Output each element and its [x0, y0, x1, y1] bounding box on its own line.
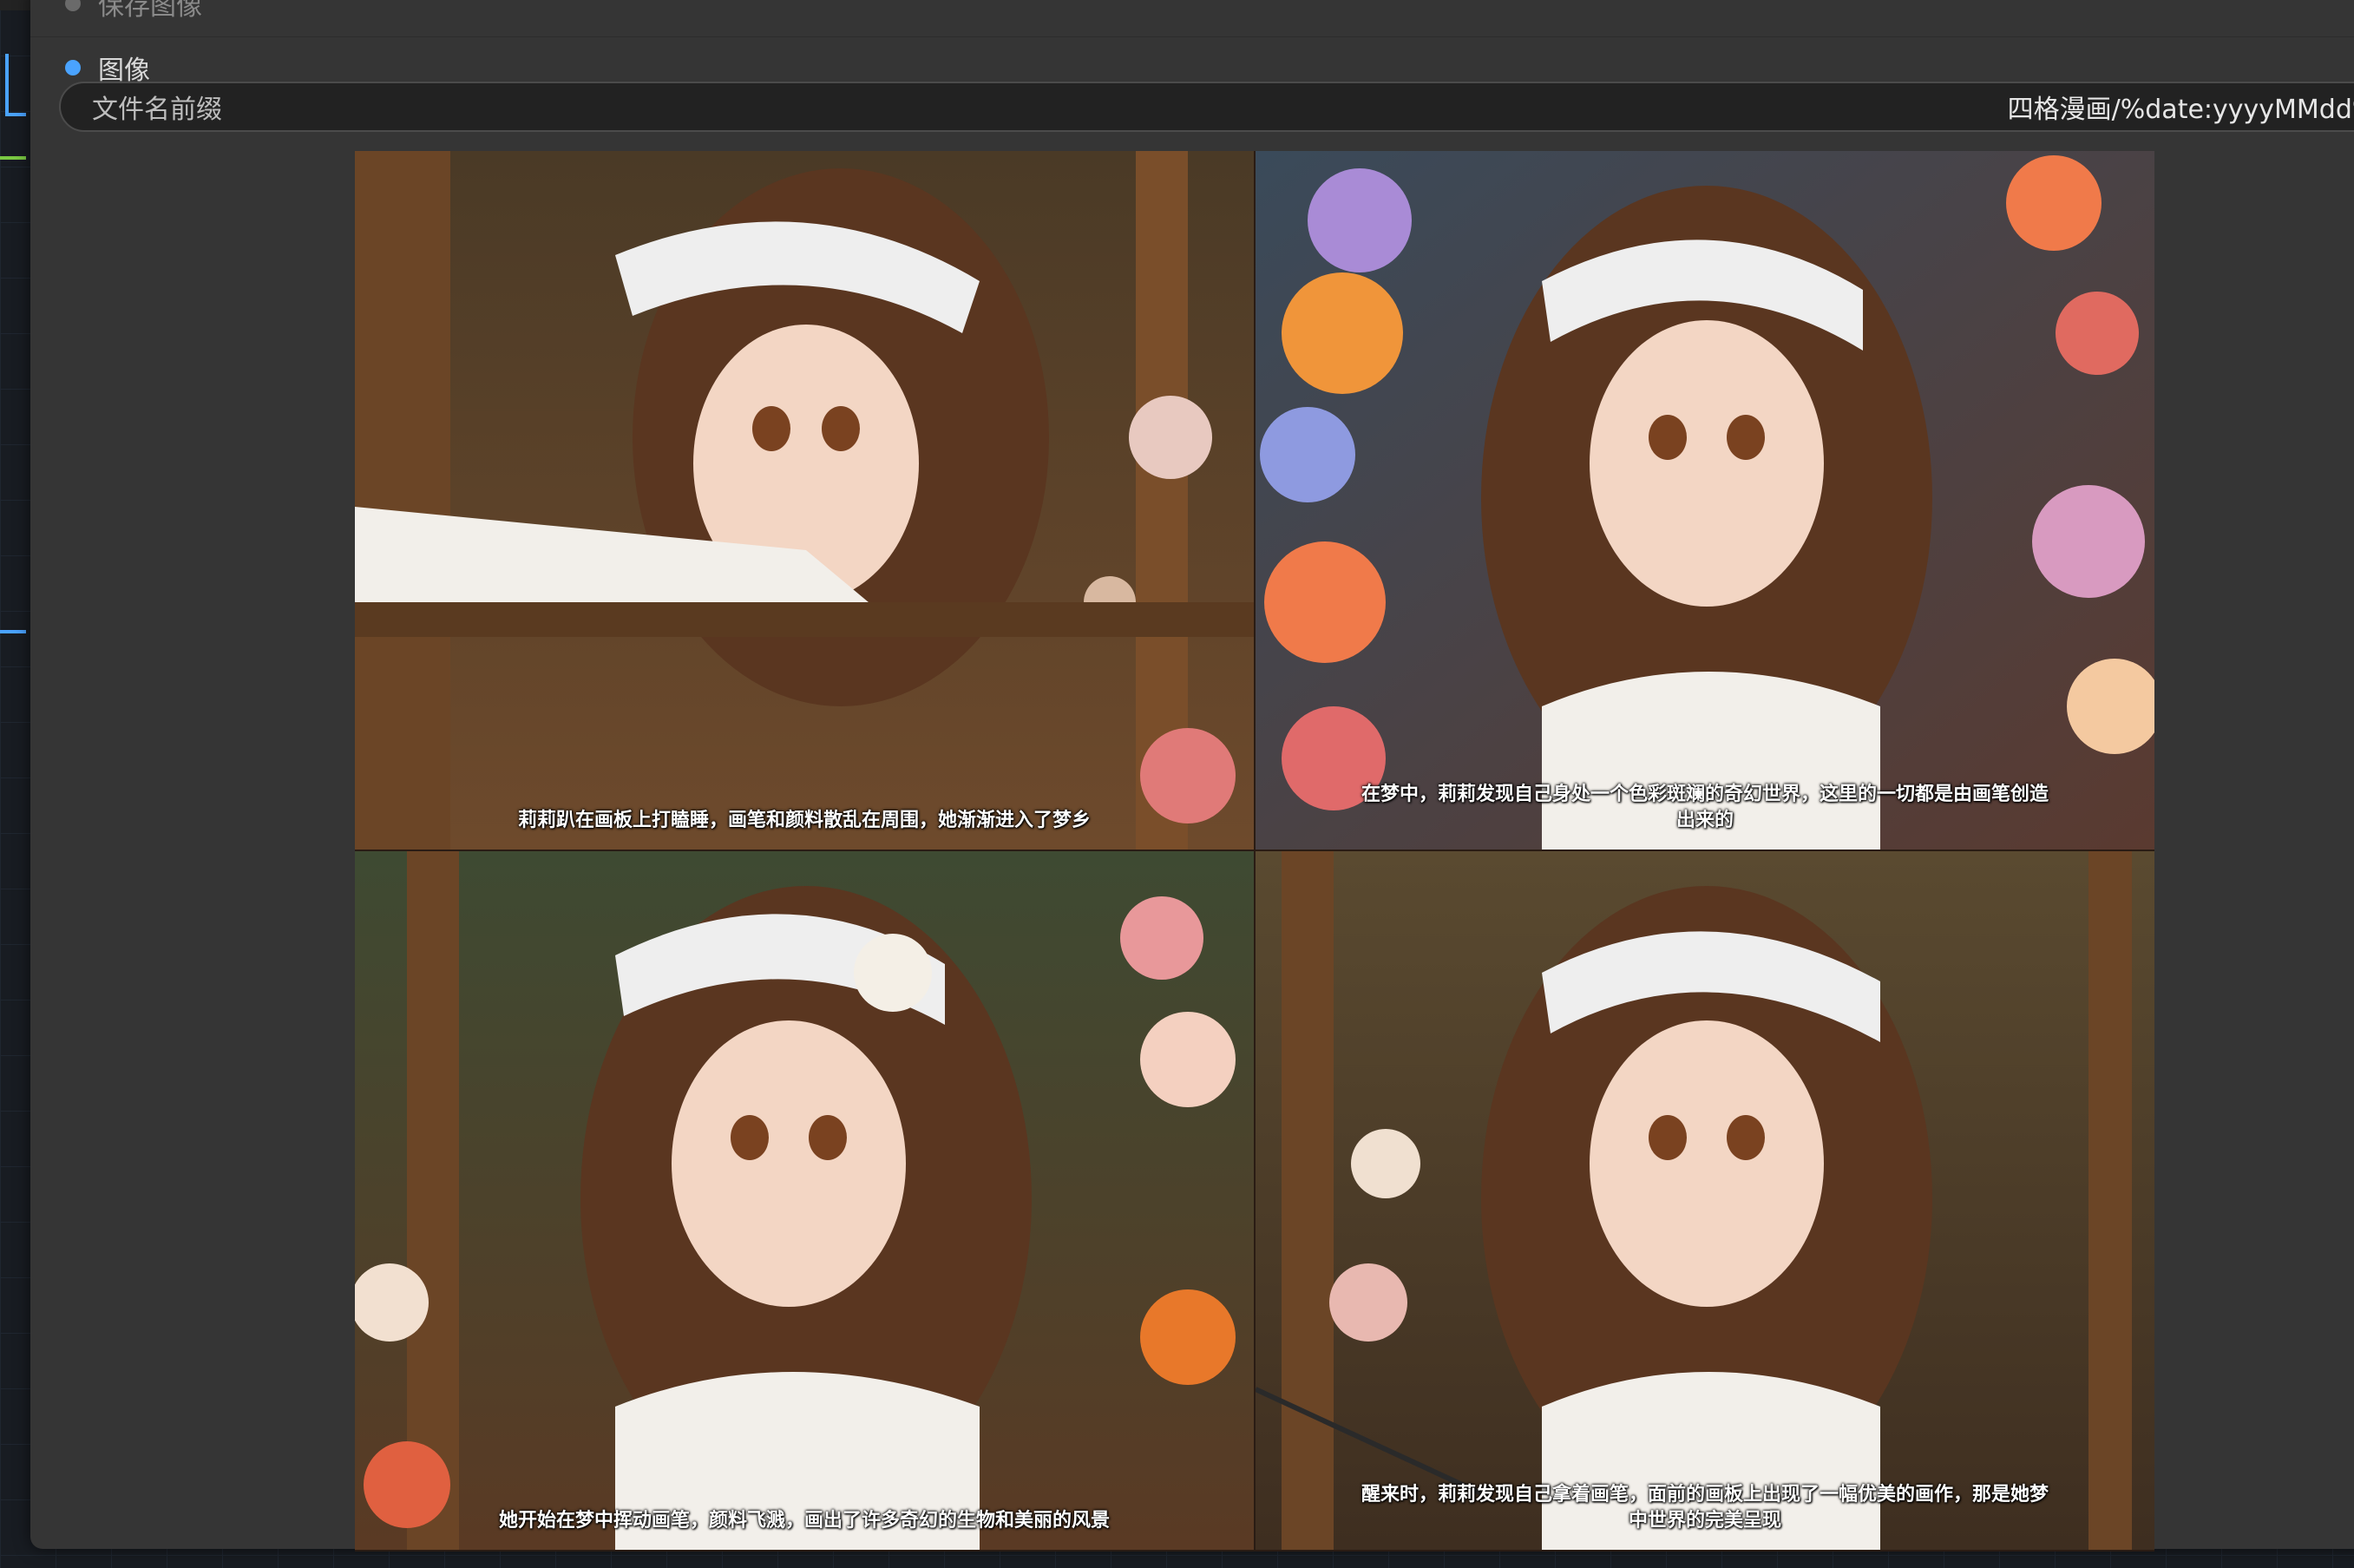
- panel-3-caption: 她开始在梦中挥动画笔，颜料飞溅，画出了许多奇幻的生物和美丽的风景: [498, 1510, 1110, 1532]
- panel-2-illustration: [1256, 151, 2154, 850]
- filename-prefix-value[interactable]: 四格漫画/%date:yyyyMMdd%/c: [2008, 88, 2354, 126]
- filename-prefix-label: 文件名前缀: [92, 95, 222, 125]
- panel-2-caption: 在梦中，莉莉发现自己身处一个色彩斑斓的奇幻世界，这里的一切都是由画笔创造出来的: [1361, 784, 2049, 831]
- comic-panel-2: 在梦中，莉莉发现自己身处一个色彩斑斓的奇幻世界，这里的一切都是由画笔创造出来的: [1256, 151, 2154, 850]
- node-divider: [30, 36, 2354, 37]
- comic-panel-4: 醒来时，莉莉发现自己拿着画笔，面前的画板上出现了一幅优美的画作，那是她梦中世界的…: [1256, 851, 2154, 1550]
- link-wire: [0, 630, 26, 633]
- panel-4-illustration: [1256, 851, 2154, 1550]
- filename-prefix-field[interactable]: 文件名前缀 四格漫画/%date:yyyyMMdd%/c: [59, 82, 2354, 132]
- save-image-title[interactable]: 保存图像: [65, 0, 202, 23]
- comic-panel-3: 她开始在梦中挥动画笔，颜料飞溅，画出了许多奇幻的生物和美丽的风景: [355, 851, 1254, 1550]
- link-wire: [5, 113, 26, 116]
- panel-1-illustration: [355, 151, 1254, 850]
- link-wire: [5, 54, 9, 116]
- comic-panel-1: 莉莉趴在画板上打瞌睡，画笔和颜料散乱在周围，她渐渐进入了梦乡: [355, 151, 1254, 850]
- save-image-label: 保存图像: [98, 0, 202, 22]
- panel-3-illustration: [355, 851, 1254, 1550]
- link-wire: [0, 156, 26, 160]
- panel-1-caption: 莉莉趴在画板上打瞌睡，画笔和颜料散乱在周围，她渐渐进入了梦乡: [517, 810, 1091, 831]
- comic-preview-image[interactable]: 莉莉趴在画板上打瞌睡，画笔和颜料散乱在周围，她渐渐进入了梦乡 在梦中，莉莉发现自…: [355, 151, 2154, 1552]
- image-input-dot[interactable]: [65, 60, 81, 75]
- panel-4-caption: 醒来时，莉莉发现自己拿着画笔，面前的画板上出现了一幅优美的画作，那是她梦中世界的…: [1361, 1484, 2049, 1532]
- node-status-dot: [65, 0, 81, 11]
